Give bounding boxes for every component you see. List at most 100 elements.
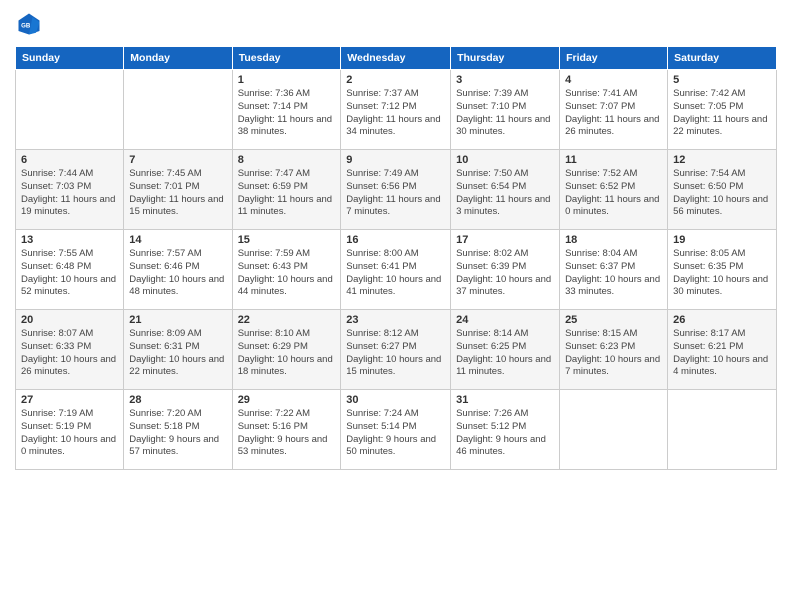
day-number: 17 xyxy=(456,234,554,246)
calendar-cell: 24 Sunrise: 8:14 AM Sunset: 6:25 PM Dayli… xyxy=(451,310,560,390)
svg-text:GB: GB xyxy=(21,23,31,30)
day-info: Sunrise: 7:49 AM Sunset: 6:56 PM Dayligh… xyxy=(346,168,445,219)
day-info: Sunrise: 8:09 AM Sunset: 6:31 PM Dayligh… xyxy=(129,328,226,379)
calendar-table: SundayMondayTuesdayWednesdayThursdayFrid… xyxy=(15,46,777,470)
day-number: 21 xyxy=(129,314,226,326)
calendar-cell: 21 Sunrise: 8:09 AM Sunset: 6:31 PM Dayli… xyxy=(124,310,232,390)
day-number: 20 xyxy=(21,314,118,326)
calendar-cell: 8 Sunrise: 7:47 AM Sunset: 6:59 PM Daylig… xyxy=(232,150,341,230)
day-number: 5 xyxy=(673,74,771,86)
col-header-sunday: Sunday xyxy=(16,47,124,70)
day-number: 6 xyxy=(21,154,118,166)
day-number: 25 xyxy=(565,314,662,326)
calendar-week-5: 27Sunrise: 7:19 AM Sunset: 5:19 PM Dayli… xyxy=(16,390,777,470)
day-info: Sunrise: 7:42 AM Sunset: 7:05 PM Dayligh… xyxy=(673,88,771,139)
day-info: Sunrise: 7:24 AM Sunset: 5:14 PM Dayligh… xyxy=(346,408,445,459)
day-number: 22 xyxy=(238,314,336,326)
calendar-header-row: SundayMondayTuesdayWednesdayThursdayFrid… xyxy=(16,47,777,70)
day-info: Sunrise: 7:41 AM Sunset: 7:07 PM Dayligh… xyxy=(565,88,662,139)
day-number: 4 xyxy=(565,74,662,86)
day-number: 14 xyxy=(129,234,226,246)
day-info: Sunrise: 8:17 AM Sunset: 6:21 PM Dayligh… xyxy=(673,328,771,379)
day-number: 28 xyxy=(129,394,226,406)
day-number: 29 xyxy=(238,394,336,406)
day-number: 27 xyxy=(21,394,118,406)
calendar-cell: 2Sunrise: 7:37 AM Sunset: 7:12 PM Daylig… xyxy=(341,70,451,150)
day-number: 12 xyxy=(673,154,771,166)
day-info: Sunrise: 7:20 AM Sunset: 5:18 PM Dayligh… xyxy=(129,408,226,459)
day-number: 23 xyxy=(346,314,445,326)
calendar-cell xyxy=(560,390,668,470)
calendar-cell xyxy=(668,390,777,470)
day-number: 18 xyxy=(565,234,662,246)
calendar-week-4: 20 Sunrise: 8:07 AM Sunset: 6:33 PM Dayli… xyxy=(16,310,777,390)
calendar-cell: 20 Sunrise: 8:07 AM Sunset: 6:33 PM Dayli… xyxy=(16,310,124,390)
page: GB SundayMondayTuesdayWednesdayThursdayF… xyxy=(0,0,792,612)
day-info: Sunrise: 7:54 AM Sunset: 6:50 PM Dayligh… xyxy=(673,168,771,219)
calendar-cell: 18 Sunrise: 8:04 AM Sunset: 6:37 PM Dayli… xyxy=(560,230,668,310)
col-header-saturday: Saturday xyxy=(668,47,777,70)
day-number: 30 xyxy=(346,394,445,406)
col-header-wednesday: Wednesday xyxy=(341,47,451,70)
calendar-cell: 27Sunrise: 7:19 AM Sunset: 5:19 PM Dayli… xyxy=(16,390,124,470)
calendar-cell: 10Sunrise: 7:50 AM Sunset: 6:54 PM Dayli… xyxy=(451,150,560,230)
calendar-cell: 16 Sunrise: 8:00 AM Sunset: 6:41 PM Dayli… xyxy=(341,230,451,310)
day-number: 8 xyxy=(238,154,336,166)
calendar-cell: 5 Sunrise: 7:42 AM Sunset: 7:05 PM Daylig… xyxy=(668,70,777,150)
calendar-week-2: 6Sunrise: 7:44 AM Sunset: 7:03 PM Daylig… xyxy=(16,150,777,230)
calendar-week-3: 13Sunrise: 7:55 AM Sunset: 6:48 PM Dayli… xyxy=(16,230,777,310)
calendar-cell: 30 Sunrise: 7:24 AM Sunset: 5:14 PM Dayli… xyxy=(341,390,451,470)
day-info: Sunrise: 7:52 AM Sunset: 6:52 PM Dayligh… xyxy=(565,168,662,219)
calendar-cell: 31 Sunrise: 7:26 AM Sunset: 5:12 PM Dayli… xyxy=(451,390,560,470)
day-info: Sunrise: 7:45 AM Sunset: 7:01 PM Dayligh… xyxy=(129,168,226,219)
day-info: Sunrise: 7:55 AM Sunset: 6:48 PM Dayligh… xyxy=(21,248,118,299)
day-number: 16 xyxy=(346,234,445,246)
day-info: Sunrise: 7:26 AM Sunset: 5:12 PM Dayligh… xyxy=(456,408,554,459)
col-header-tuesday: Tuesday xyxy=(232,47,341,70)
day-info: Sunrise: 7:22 AM Sunset: 5:16 PM Dayligh… xyxy=(238,408,336,459)
calendar-cell: 14 Sunrise: 7:57 AM Sunset: 6:46 PM Dayli… xyxy=(124,230,232,310)
day-info: Sunrise: 8:14 AM Sunset: 6:25 PM Dayligh… xyxy=(456,328,554,379)
day-info: Sunrise: 8:10 AM Sunset: 6:29 PM Dayligh… xyxy=(238,328,336,379)
day-info: Sunrise: 8:02 AM Sunset: 6:39 PM Dayligh… xyxy=(456,248,554,299)
day-info: Sunrise: 7:36 AM Sunset: 7:14 PM Dayligh… xyxy=(238,88,336,139)
calendar-cell: 15 Sunrise: 7:59 AM Sunset: 6:43 PM Dayli… xyxy=(232,230,341,310)
day-info: Sunrise: 8:00 AM Sunset: 6:41 PM Dayligh… xyxy=(346,248,445,299)
calendar-cell: 3 Sunrise: 7:39 AM Sunset: 7:10 PM Daylig… xyxy=(451,70,560,150)
day-number: 19 xyxy=(673,234,771,246)
logo: GB xyxy=(15,10,47,38)
calendar-cell: 1 Sunrise: 7:36 AM Sunset: 7:14 PM Daylig… xyxy=(232,70,341,150)
calendar-week-1: 1 Sunrise: 7:36 AM Sunset: 7:14 PM Daylig… xyxy=(16,70,777,150)
calendar-cell: 4 Sunrise: 7:41 AM Sunset: 7:07 PM Daylig… xyxy=(560,70,668,150)
day-info: Sunrise: 7:59 AM Sunset: 6:43 PM Dayligh… xyxy=(238,248,336,299)
day-number: 9 xyxy=(346,154,445,166)
calendar-cell: 23Sunrise: 8:12 AM Sunset: 6:27 PM Dayli… xyxy=(341,310,451,390)
day-number: 2 xyxy=(346,74,445,86)
calendar-cell: 6Sunrise: 7:44 AM Sunset: 7:03 PM Daylig… xyxy=(16,150,124,230)
calendar-cell: 28 Sunrise: 7:20 AM Sunset: 5:18 PM Dayli… xyxy=(124,390,232,470)
day-info: Sunrise: 8:05 AM Sunset: 6:35 PM Dayligh… xyxy=(673,248,771,299)
day-number: 31 xyxy=(456,394,554,406)
day-number: 7 xyxy=(129,154,226,166)
logo-icon: GB xyxy=(15,10,43,38)
day-number: 1 xyxy=(238,74,336,86)
day-number: 10 xyxy=(456,154,554,166)
calendar-cell xyxy=(124,70,232,150)
calendar-cell: 22 Sunrise: 8:10 AM Sunset: 6:29 PM Dayli… xyxy=(232,310,341,390)
day-number: 24 xyxy=(456,314,554,326)
calendar-cell: 29 Sunrise: 7:22 AM Sunset: 5:16 PM Dayli… xyxy=(232,390,341,470)
day-info: Sunrise: 7:47 AM Sunset: 6:59 PM Dayligh… xyxy=(238,168,336,219)
day-info: Sunrise: 8:07 AM Sunset: 6:33 PM Dayligh… xyxy=(21,328,118,379)
day-number: 3 xyxy=(456,74,554,86)
col-header-friday: Friday xyxy=(560,47,668,70)
calendar-cell: 12 Sunrise: 7:54 AM Sunset: 6:50 PM Dayli… xyxy=(668,150,777,230)
day-info: Sunrise: 7:39 AM Sunset: 7:10 PM Dayligh… xyxy=(456,88,554,139)
day-number: 15 xyxy=(238,234,336,246)
col-header-thursday: Thursday xyxy=(451,47,560,70)
calendar-cell: 11Sunrise: 7:52 AM Sunset: 6:52 PM Dayli… xyxy=(560,150,668,230)
calendar-cell: 25Sunrise: 8:15 AM Sunset: 6:23 PM Dayli… xyxy=(560,310,668,390)
day-info: Sunrise: 8:04 AM Sunset: 6:37 PM Dayligh… xyxy=(565,248,662,299)
day-info: Sunrise: 7:57 AM Sunset: 6:46 PM Dayligh… xyxy=(129,248,226,299)
calendar-cell: 26Sunrise: 8:17 AM Sunset: 6:21 PM Dayli… xyxy=(668,310,777,390)
calendar-cell: 17 Sunrise: 8:02 AM Sunset: 6:39 PM Dayli… xyxy=(451,230,560,310)
